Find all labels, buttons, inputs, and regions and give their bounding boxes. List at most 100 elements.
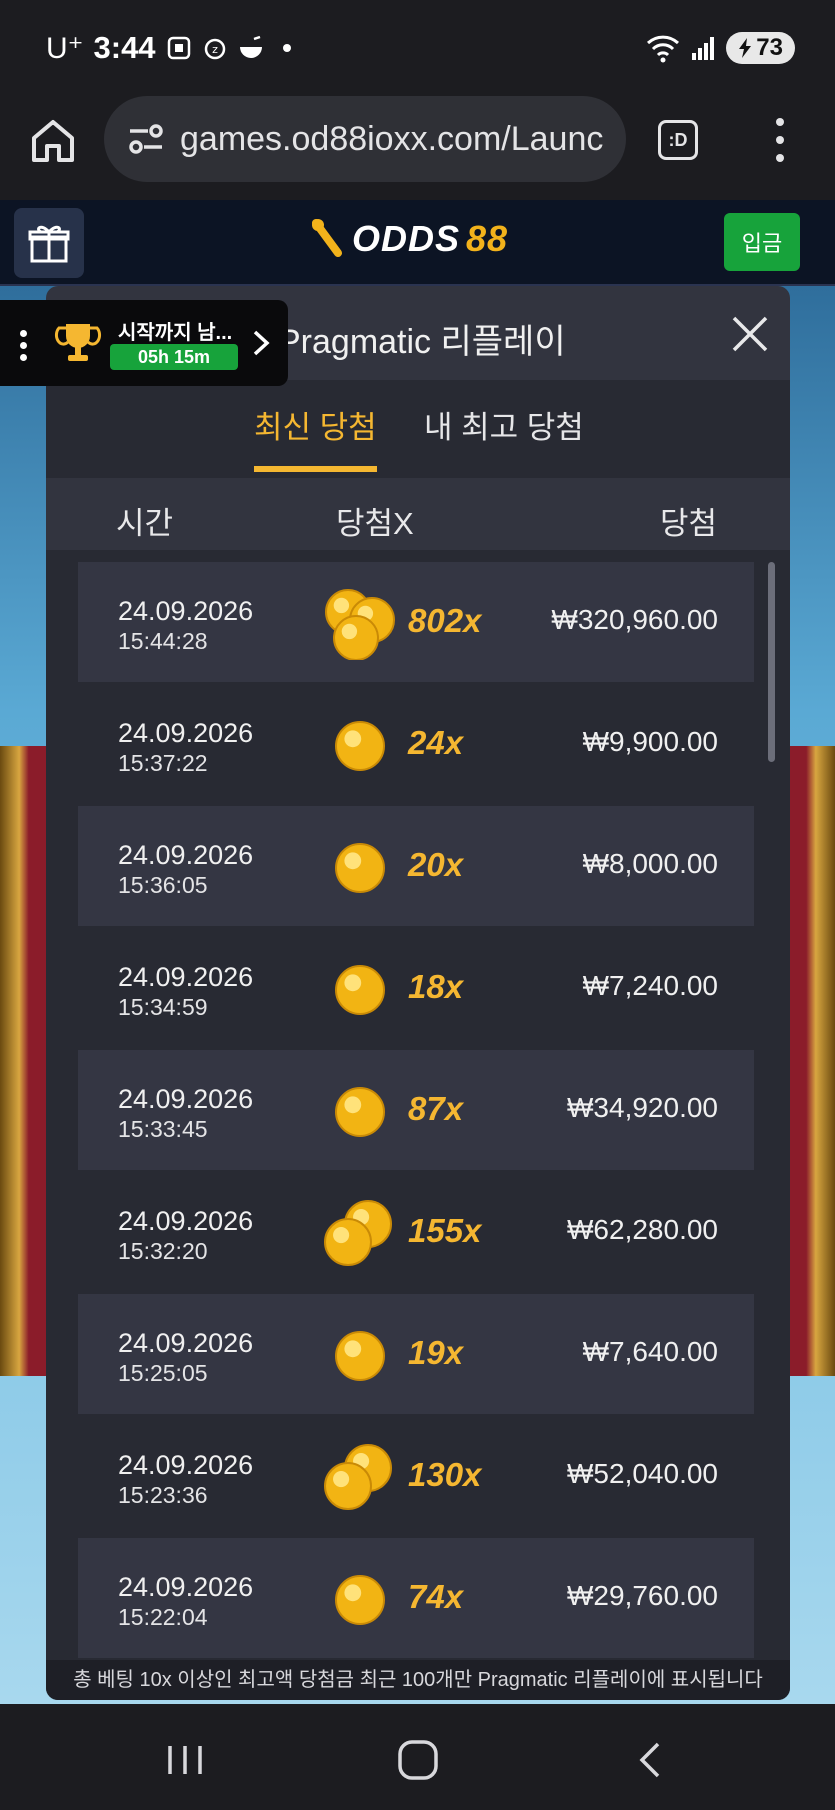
modal-title: Pragmatic 리플레이 <box>278 323 566 361</box>
gift-button[interactable] <box>14 208 84 278</box>
site-settings-icon[interactable] <box>126 119 166 159</box>
gold-coin-icon <box>335 721 385 771</box>
win-multiplier: 20x <box>408 846 464 883</box>
win-row[interactable]: 24.09.2026 15:37:22 24x ₩9,900.00 <box>78 684 754 804</box>
gold-coin-icon <box>335 1575 385 1625</box>
modal-tabs: 최신 당첨 내 최고 당첨 <box>46 380 790 478</box>
trophy-icon <box>54 324 102 361</box>
list-scrollbar[interactable] <box>768 562 775 762</box>
win-date: 24.09.2026 <box>118 1206 254 1236</box>
win-multiplier: 155x <box>408 1212 482 1249</box>
win-time: 15:33:45 <box>118 1116 208 1142</box>
win-row[interactable]: 24.09.2026 15:33:45 87x ₩34,920.00 <box>78 1050 754 1170</box>
win-row[interactable]: 24.09.2026 15:22:04 74x ₩29,760.00 <box>78 1538 754 1658</box>
gold-coin-icon <box>335 1087 385 1137</box>
home-nav-icon[interactable] <box>396 1740 442 1780</box>
win-multiplier: 802x <box>408 602 482 639</box>
address-bar[interactable]: games.od88ioxx.com/Launc <box>104 96 626 182</box>
win-row[interactable]: 24.09.2026 15:25:05 19x ₩7,640.00 <box>78 1294 754 1414</box>
drag-handle-icon[interactable] <box>20 330 27 361</box>
tab-my-best-wins[interactable]: 내 최고 당첨 <box>424 402 584 462</box>
win-date: 24.09.2026 <box>118 1572 254 1602</box>
win-date: 24.09.2026 <box>118 962 254 992</box>
win-amount: ₩7,240.00 <box>582 970 718 1001</box>
tournament-widget[interactable]: 시작까지 남... 05h 15m <box>0 300 288 386</box>
dot-icon <box>282 44 291 52</box>
wifi-icon <box>647 35 680 63</box>
table-header: 시간 당첨X 당첨 <box>46 478 790 550</box>
game-frame-left <box>0 746 48 1376</box>
win-time: 15:36:05 <box>118 872 208 898</box>
win-row[interactable]: 24.09.2026 15:44:28 802x ₩320,960.00 <box>78 562 754 682</box>
logo-text-gold: 88 <box>466 218 509 259</box>
win-amount: ₩52,040.00 <box>567 1458 718 1489</box>
gold-coin-icon <box>325 589 395 660</box>
tournament-timer: 05h 15m <box>110 344 238 370</box>
column-header-win: 당첨 <box>660 506 718 541</box>
signal-icon <box>692 37 715 60</box>
tournament-label: 시작까지 남... <box>118 322 233 344</box>
win-multiplier: 74x <box>408 1578 464 1615</box>
logo-text-white: ODDS <box>352 218 461 259</box>
footer-note: 총 베팅 10x 이상인 최고액 당첨금 최근 100개만 Pragmatic … <box>46 1660 790 1700</box>
bowl-icon <box>239 35 262 58</box>
screenshot-icon <box>167 36 190 60</box>
svg-text:z: z <box>212 43 218 56</box>
win-amount: ₩9,900.00 <box>582 726 718 757</box>
home-icon[interactable] <box>28 116 78 166</box>
gift-icon <box>28 225 70 263</box>
wins-list[interactable]: 24.09.2026 15:44:28 802x ₩320,960.00 24.09.2… <box>46 550 790 1660</box>
win-date: 24.09.2026 <box>118 1328 254 1358</box>
system-nav-bar <box>0 1704 835 1810</box>
browser-toolbar: games.od88ioxx.com/Launc :D <box>0 96 835 200</box>
win-row[interactable]: 24.09.2026 15:32:20 155x ₩62,280.00 <box>78 1172 754 1292</box>
column-header-multiplier: 당첨X <box>336 506 414 541</box>
win-amount: ₩29,760.00 <box>567 1580 718 1611</box>
logo-mark-icon <box>312 219 342 257</box>
win-time: 15:22:04 <box>118 1604 208 1630</box>
alarm-icon: z <box>204 38 225 60</box>
tab-switcher-button[interactable]: :D <box>658 120 698 160</box>
win-date: 24.09.2026 <box>118 840 254 870</box>
gold-coin-icon <box>335 1331 385 1381</box>
win-amount: ₩62,280.00 <box>567 1214 718 1245</box>
chevron-right-icon[interactable] <box>250 328 272 358</box>
gold-coin-icon <box>324 1444 392 1510</box>
charging-icon <box>739 38 752 58</box>
status-bar: U⁺ 3:44 z 73 <box>0 0 835 96</box>
win-date: 24.09.2026 <box>118 1450 254 1480</box>
win-time: 15:44:28 <box>118 628 208 654</box>
win-multiplier: 19x <box>408 1334 464 1371</box>
brand-logo[interactable]: ODDS 88 <box>310 218 508 260</box>
close-icon[interactable] <box>728 312 772 356</box>
win-time: 15:23:36 <box>118 1482 208 1508</box>
win-amount: ₩34,920.00 <box>567 1092 718 1123</box>
win-multiplier: 87x <box>408 1090 464 1127</box>
carrier-label: U⁺ <box>46 31 84 65</box>
more-vert-icon[interactable] <box>772 118 788 162</box>
win-row[interactable]: 24.09.2026 15:23:36 130x ₩52,040.00 <box>78 1416 754 1536</box>
url-text: games.od88ioxx.com/Launc <box>180 119 604 158</box>
win-row[interactable]: 24.09.2026 15:36:05 20x ₩8,000.00 <box>78 806 754 926</box>
back-icon[interactable] <box>630 1740 676 1780</box>
win-time: 15:34:59 <box>118 994 208 1020</box>
tab-latest-wins[interactable]: 최신 당첨 <box>254 402 377 472</box>
win-amount: ₩8,000.00 <box>582 848 718 879</box>
win-time: 15:37:22 <box>118 750 208 776</box>
win-multiplier: 130x <box>408 1456 482 1493</box>
win-date: 24.09.2026 <box>118 1084 254 1114</box>
gold-coin-icon <box>335 965 385 1015</box>
recents-icon[interactable] <box>162 1740 208 1780</box>
win-amount: ₩320,960.00 <box>551 604 718 635</box>
game-frame-right <box>787 746 835 1376</box>
win-amount: ₩7,640.00 <box>582 1336 718 1367</box>
win-date: 24.09.2026 <box>118 718 254 748</box>
status-time: 3:44 <box>93 30 156 65</box>
win-time: 15:25:05 <box>118 1360 208 1386</box>
battery-level: 73 <box>756 34 783 61</box>
win-row[interactable]: 24.09.2026 15:34:59 18x ₩7,240.00 <box>78 928 754 1048</box>
deposit-button[interactable]: 입금 <box>724 213 800 271</box>
win-multiplier: 18x <box>408 968 464 1005</box>
replay-modal: Pragmatic 리플레이 최신 당첨 내 최고 당첨 시간 당첨X 당첨 2… <box>46 286 790 1700</box>
gold-coin-icon <box>324 1200 392 1266</box>
